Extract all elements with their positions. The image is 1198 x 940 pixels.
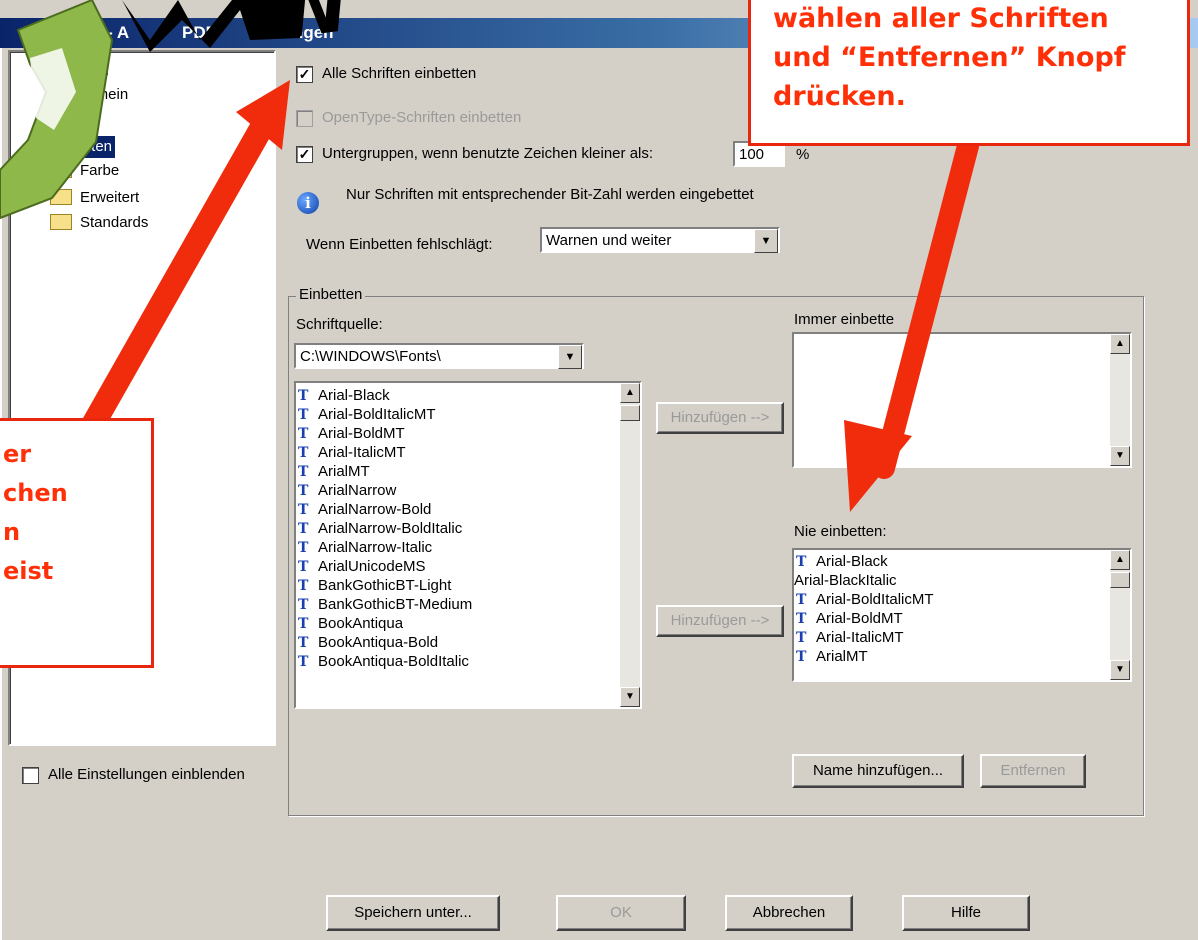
- callout-right-line: drücken.: [773, 81, 906, 112]
- arrow-left-shaft: [78, 108, 278, 442]
- arrow-right-shaft: [873, 135, 979, 479]
- callout-left: er chen n eist: [0, 418, 154, 668]
- callout-right-line: und “Entfernen” Knopf: [773, 42, 1126, 73]
- callout-right: wählen aller Schriften und “Entfernen” K…: [748, 0, 1190, 146]
- callout-left-line: er: [3, 440, 32, 468]
- callout-left-line: chen: [3, 479, 68, 507]
- arrow-right-head: [844, 420, 912, 512]
- callout-left-line: n: [3, 518, 21, 546]
- callout-left-line: eist: [3, 557, 54, 585]
- callout-right-line: wählen aller Schriften: [773, 3, 1109, 34]
